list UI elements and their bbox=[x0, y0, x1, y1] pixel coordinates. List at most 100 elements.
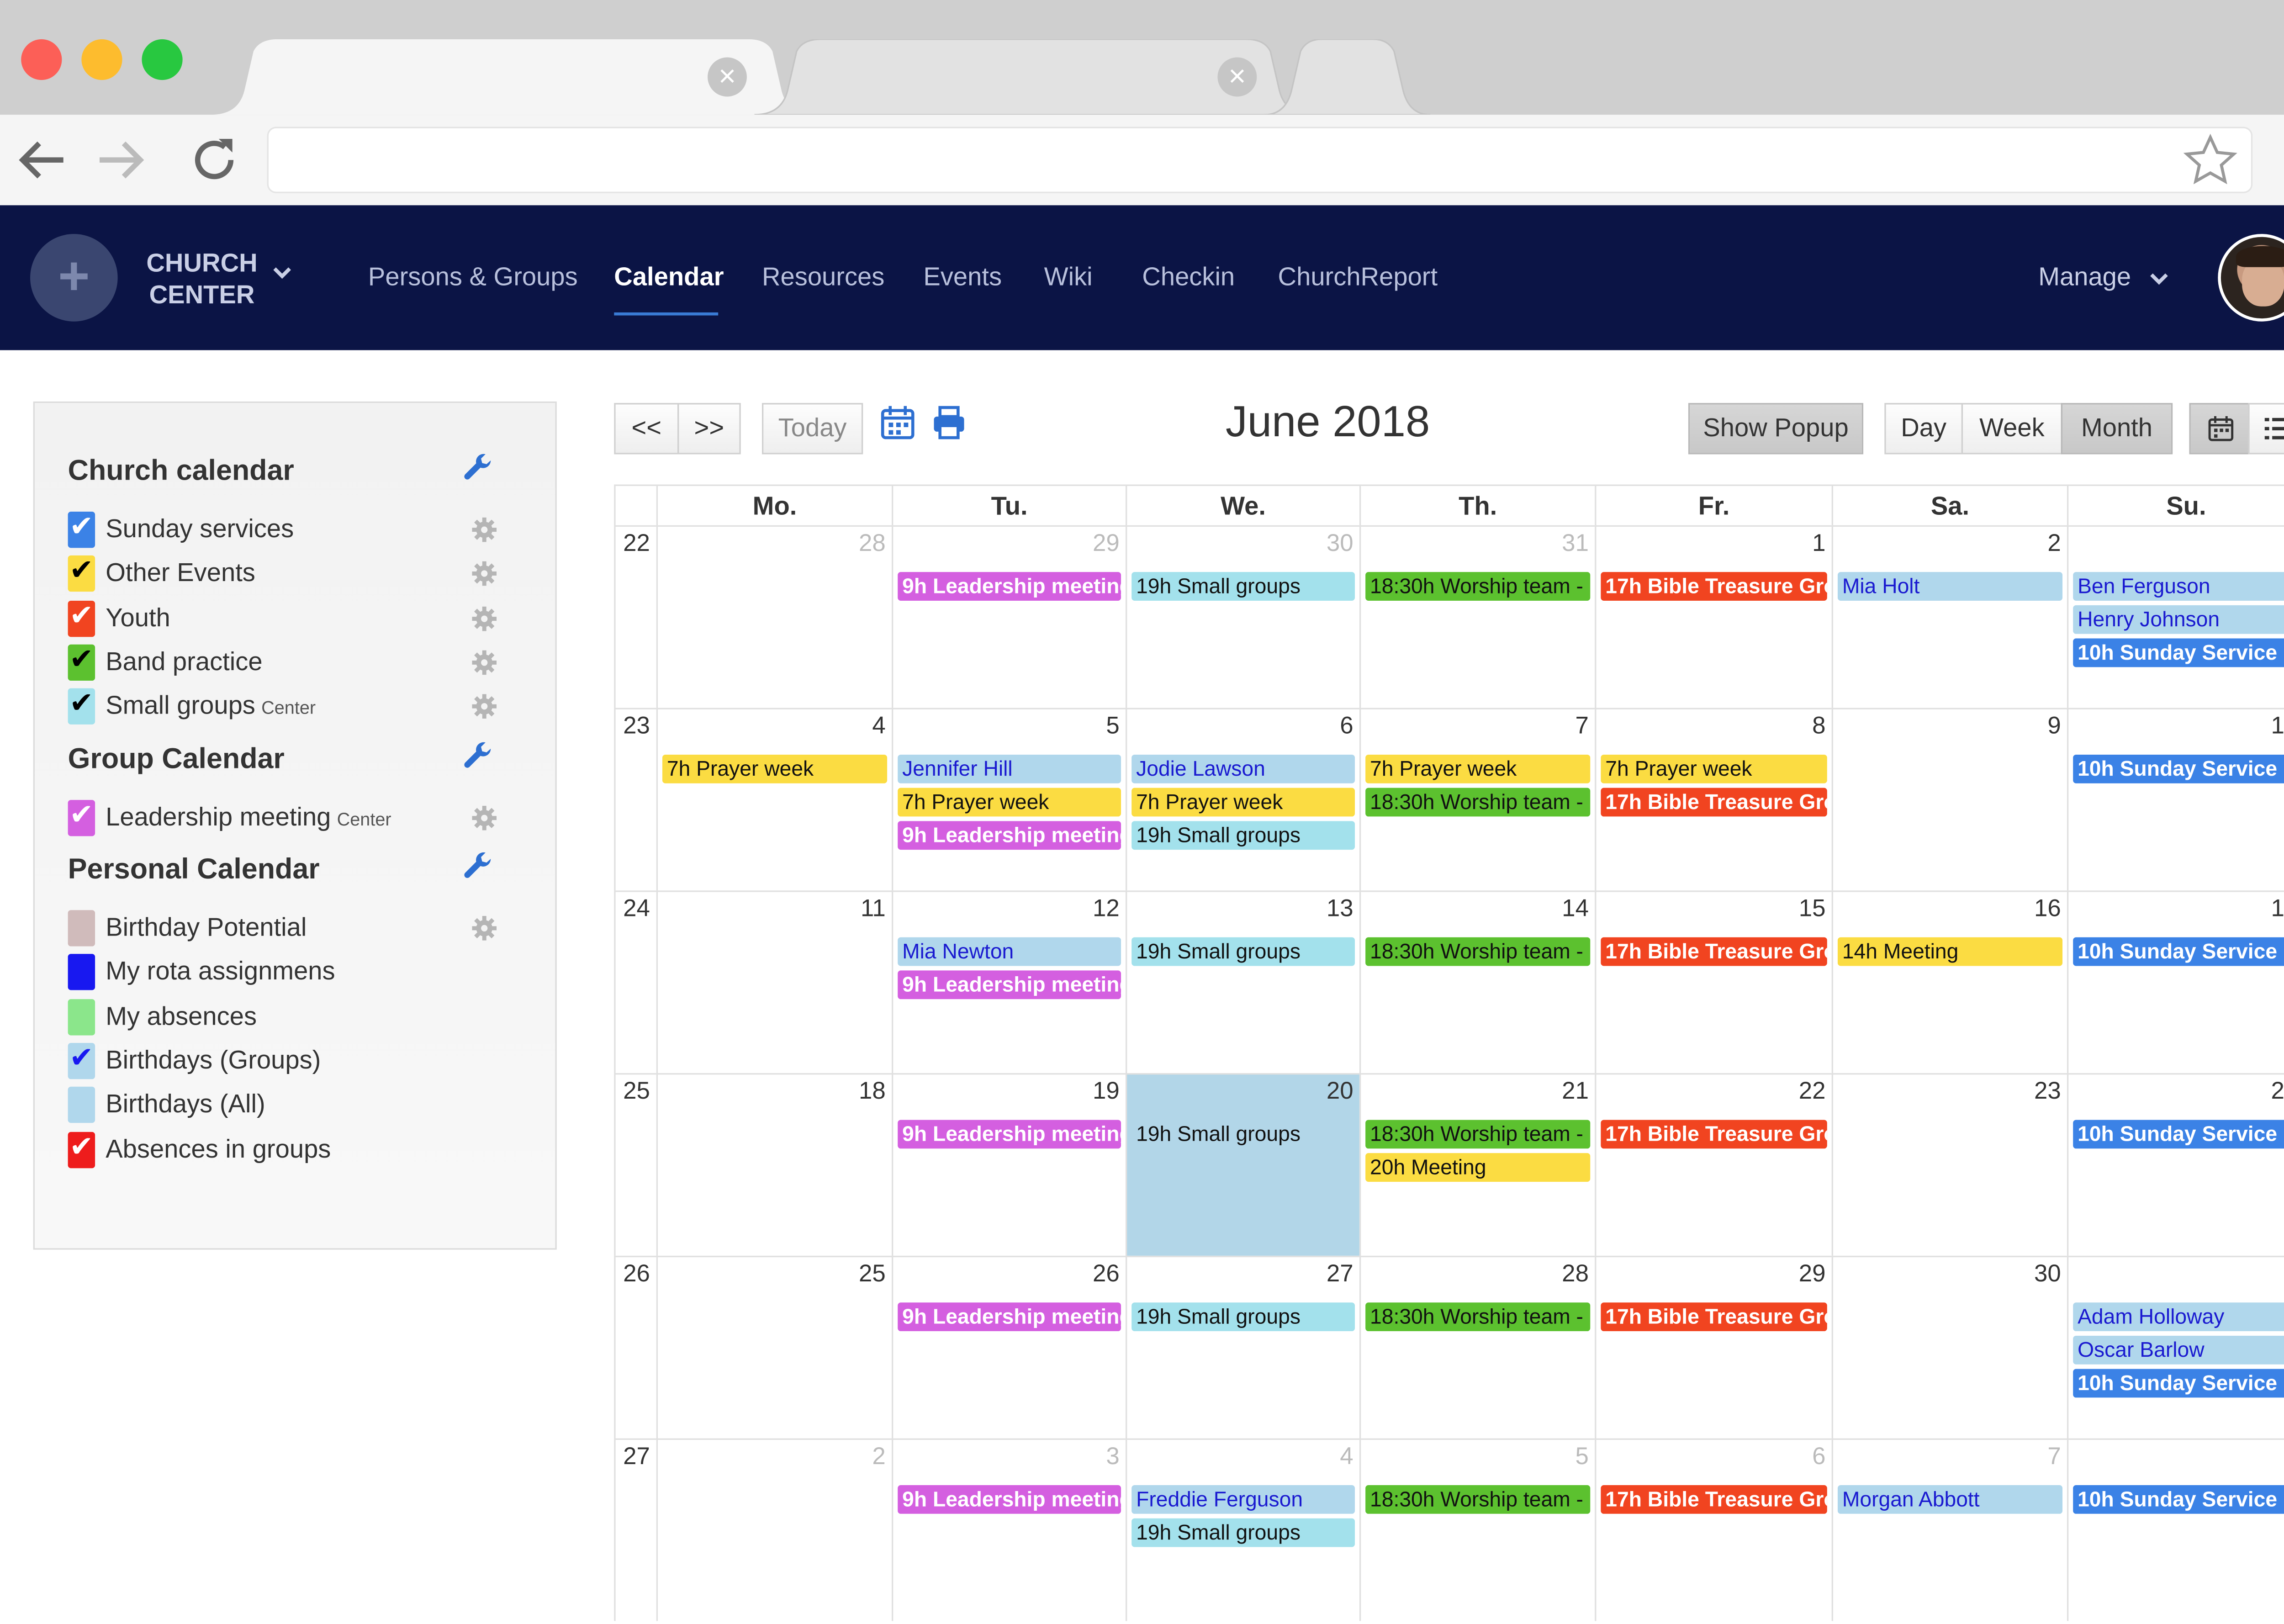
calendar-toggle-other-events[interactable]: ✔ Other Events bbox=[68, 555, 506, 592]
day-number[interactable]: 23 bbox=[2034, 1079, 2061, 1106]
calendar-event[interactable]: 7h Prayer week bbox=[1601, 754, 1827, 783]
calendar-event[interactable]: 17h Bible Treasure Group bbox=[1601, 788, 1827, 817]
day-number[interactable]: 1 bbox=[1812, 531, 1825, 558]
calendar-event[interactable]: 19h Small groups bbox=[1131, 1302, 1355, 1332]
calendar-event[interactable]: 19h Small groups bbox=[1131, 1120, 1355, 1149]
calendar-color-checkbox[interactable]: ✔ bbox=[68, 1042, 95, 1079]
calendar-toggle-my-absences[interactable]: My absences bbox=[68, 998, 506, 1035]
day-cell[interactable]: 29 9h Leadership meeting bbox=[892, 525, 1126, 708]
next-month-button[interactable]: >> bbox=[677, 403, 741, 455]
nav-churchreport[interactable]: ChurchReport bbox=[1278, 263, 1438, 293]
gear-icon[interactable] bbox=[471, 649, 498, 676]
day-number[interactable]: 4 bbox=[1340, 1444, 1353, 1471]
day-cell[interactable]: 28 bbox=[656, 525, 892, 708]
day-cell[interactable]: 17 10h Sunday Service bbox=[2067, 890, 2284, 1074]
gear-icon[interactable] bbox=[471, 605, 498, 632]
calendar-color-checkbox[interactable]: ✔ bbox=[68, 644, 95, 681]
calendar-event[interactable]: 9h Leadership meeting bbox=[898, 1120, 1121, 1149]
nav-calendar[interactable]: Calendar bbox=[614, 263, 724, 293]
calendar-event[interactable]: 7h Prayer week bbox=[1365, 754, 1591, 783]
calendar-event[interactable]: 10h Sunday Service bbox=[2073, 1369, 2284, 1398]
calendar-color-checkbox[interactable] bbox=[68, 910, 95, 947]
calendar-toggle-band-practice[interactable]: ✔ Band practice bbox=[68, 644, 506, 681]
day-cell[interactable]: 810h Sunday Service bbox=[2067, 1438, 2284, 1621]
new-tab-button[interactable] bbox=[1264, 39, 1431, 115]
gear-icon[interactable] bbox=[471, 804, 498, 831]
day-number[interactable]: 17 bbox=[2271, 897, 2284, 924]
calendar-toggle-birthdays-all[interactable]: Birthdays (All) bbox=[68, 1087, 506, 1123]
day-number[interactable]: 25 bbox=[859, 1262, 886, 1289]
calendar-icon[interactable] bbox=[880, 404, 916, 440]
calendar-toggle-youth[interactable]: ✔ Youth bbox=[68, 600, 506, 636]
day-cell[interactable]: 30 bbox=[1831, 1255, 2067, 1439]
day-cell[interactable]: 2 Mia Holt bbox=[1831, 525, 2067, 708]
day-cell[interactable]: 23 bbox=[1831, 1073, 2067, 1256]
calendar-event[interactable]: Jennifer Hill bbox=[898, 754, 1121, 783]
calendar-event[interactable]: 10h Sunday Service bbox=[2073, 937, 2284, 966]
calendar-event[interactable]: 18:30h Worship team - Band practice bbox=[1365, 937, 1591, 966]
gear-icon[interactable] bbox=[471, 516, 498, 543]
calendar-color-checkbox[interactable]: ✔ bbox=[68, 1131, 95, 1168]
day-number[interactable]: 4 bbox=[872, 714, 885, 741]
calendar-event[interactable]: 10h Sunday Service bbox=[2073, 754, 2284, 783]
day-number[interactable]: 15 bbox=[1799, 897, 1826, 924]
gear-icon[interactable] bbox=[471, 915, 498, 942]
nav-checkin[interactable]: Checkin bbox=[1142, 263, 1235, 293]
day-number[interactable]: 20 bbox=[1327, 1079, 1353, 1106]
day-cell[interactable]: 2 bbox=[656, 1438, 892, 1621]
calendar-event[interactable]: 18:30h Worship team - Band practice bbox=[1365, 1120, 1591, 1149]
calendar-color-checkbox[interactable]: ✔ bbox=[68, 600, 95, 636]
day-cell[interactable]: 18 bbox=[656, 1073, 892, 1256]
calendar-toggle-my-rota-assignmens[interactable]: My rota assignmens bbox=[68, 954, 506, 991]
calendar-event[interactable]: Adam Holloway bbox=[2073, 1302, 2284, 1332]
calendar-event[interactable]: 19h Small groups bbox=[1131, 937, 1355, 966]
calendar-color-checkbox[interactable] bbox=[68, 998, 95, 1035]
calendar-event[interactable]: Ben Ferguson bbox=[2073, 572, 2284, 601]
day-cell[interactable]: 24 10h Sunday Service bbox=[2067, 1073, 2284, 1256]
day-number[interactable]: 31 bbox=[1562, 531, 1589, 558]
forward-arrow-icon[interactable] bbox=[94, 133, 148, 187]
day-cell[interactable]: 4 7h Prayer week bbox=[656, 708, 892, 891]
calendar-view-toggle[interactable] bbox=[2189, 403, 2250, 455]
gear-icon[interactable] bbox=[471, 561, 498, 587]
close-window-button[interactable] bbox=[21, 39, 62, 80]
back-arrow-icon[interactable] bbox=[15, 133, 69, 187]
day-cell[interactable]: 15 17h Bible Treasure Group bbox=[1595, 890, 1832, 1074]
day-number[interactable]: 24 bbox=[2271, 1079, 2284, 1106]
day-cell[interactable]: 8 7h Prayer week 17h Bible Treasure Group bbox=[1595, 708, 1832, 891]
day-number[interactable]: 12 bbox=[1093, 897, 1120, 924]
calendar-event[interactable]: 7h Prayer week bbox=[662, 754, 888, 783]
calendar-event[interactable]: 7h Prayer week bbox=[1131, 788, 1355, 817]
day-number[interactable]: 27 bbox=[1327, 1262, 1353, 1289]
day-cell[interactable]: 11 bbox=[656, 890, 892, 1074]
day-number[interactable]: 5 bbox=[1576, 1444, 1589, 1471]
calendar-event[interactable]: 17h Bible Treasure Group bbox=[1601, 1120, 1827, 1149]
week-view-button[interactable]: Week bbox=[1961, 403, 2063, 455]
day-number[interactable]: 13 bbox=[1327, 897, 1353, 924]
minimize-window-button[interactable] bbox=[81, 39, 122, 80]
day-view-button[interactable]: Day bbox=[1884, 403, 1963, 455]
day-number[interactable]: 19 bbox=[1093, 1079, 1120, 1106]
day-number[interactable]: 30 bbox=[1327, 531, 1353, 558]
day-number[interactable]: 14 bbox=[1562, 897, 1589, 924]
day-cell[interactable]: 28 18:30h Worship team - Band practice bbox=[1359, 1255, 1595, 1439]
calendar-color-checkbox[interactable]: ✔ bbox=[68, 688, 95, 725]
day-number[interactable]: 5 bbox=[1106, 714, 1119, 741]
calendar-event[interactable]: 18:30h Worship team - Band practice bbox=[1365, 1302, 1591, 1332]
day-number[interactable]: 6 bbox=[1812, 1444, 1825, 1471]
calendar-toggle-birthday-potential[interactable]: Birthday Potential bbox=[68, 910, 506, 947]
calendar-toggle-absences-in-groups[interactable]: ✔ Absences in groups bbox=[68, 1131, 506, 1168]
day-cell[interactable]: 16 14h Meeting bbox=[1831, 890, 2067, 1074]
calendar-event[interactable]: 18:30h Worship team - Band practice bbox=[1365, 1485, 1591, 1514]
day-cell[interactable]: 25 bbox=[656, 1255, 892, 1439]
address-bar[interactable] bbox=[267, 127, 2253, 193]
calendar-event[interactable]: 10h Sunday Service bbox=[2073, 638, 2284, 667]
calendar-event[interactable]: 19h Small groups bbox=[1131, 821, 1355, 850]
day-cell[interactable]: 20 19h Small groups bbox=[1125, 1073, 1359, 1256]
day-cell[interactable]: 26 9h Leadership meeting bbox=[892, 1255, 1126, 1439]
day-cell[interactable]: 12 Mia Newton 9h Leadership meeting bbox=[892, 890, 1126, 1074]
day-cell[interactable]: 13 19h Small groups bbox=[1125, 890, 1359, 1074]
day-cell[interactable]: 19 9h Leadership meeting bbox=[892, 1073, 1126, 1256]
calendar-event[interactable]: Mia Holt bbox=[1837, 572, 2063, 601]
calendar-event[interactable]: 14h Meeting bbox=[1837, 937, 2063, 966]
